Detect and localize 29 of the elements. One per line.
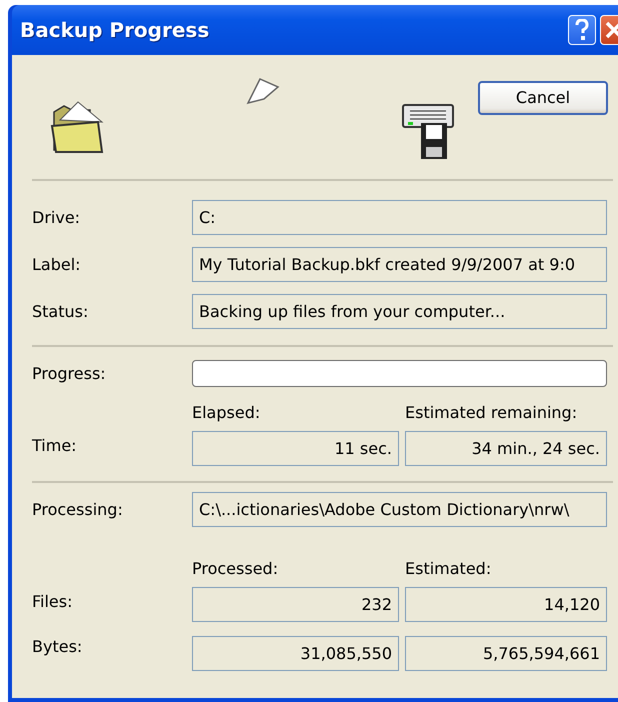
- column-header: Elapsed:: [192, 402, 262, 424]
- field-label: Status:: [32, 300, 90, 322]
- cancel-button[interactable]: Cancel: [478, 81, 608, 115]
- field-label: Drive:: [32, 206, 82, 228]
- column-header: Processed:: [192, 558, 280, 580]
- output-field: My Tutorial Backup.bkf created 9/9/2007 at 9:0: [192, 247, 607, 282]
- column-header: Estimated remaining:: [405, 402, 578, 424]
- output-field: Backing up files from your computer...: [192, 294, 607, 329]
- help-button[interactable]: [568, 15, 596, 45]
- output-field: 5,765,594,661: [405, 636, 607, 671]
- paper-icon: [246, 77, 280, 105]
- close-icon: [605, 20, 618, 39]
- time-label: Time:: [32, 434, 78, 456]
- output-field: 232: [192, 587, 399, 622]
- output-field: 31,085,550: [192, 636, 399, 671]
- output-field: C:\...ictionaries\Adobe Custom Dictionary\nrw\: [192, 492, 607, 527]
- row-label: Bytes:: [32, 636, 84, 658]
- output-field: 34 min., 24 sec.: [405, 431, 607, 466]
- row-label: Files:: [32, 590, 74, 612]
- progress-label: Progress:: [32, 362, 107, 384]
- processing-label: Processing:: [32, 498, 124, 520]
- window-title: Backup Progress: [20, 17, 210, 44]
- output-field: 11 sec.: [192, 431, 399, 466]
- drive-icon: [402, 103, 456, 161]
- field-label: Label:: [32, 254, 82, 276]
- output-field: C:: [192, 200, 607, 235]
- output-field: 14,120: [405, 587, 607, 622]
- column-header: Estimated:: [405, 558, 492, 580]
- help-icon: [574, 18, 590, 41]
